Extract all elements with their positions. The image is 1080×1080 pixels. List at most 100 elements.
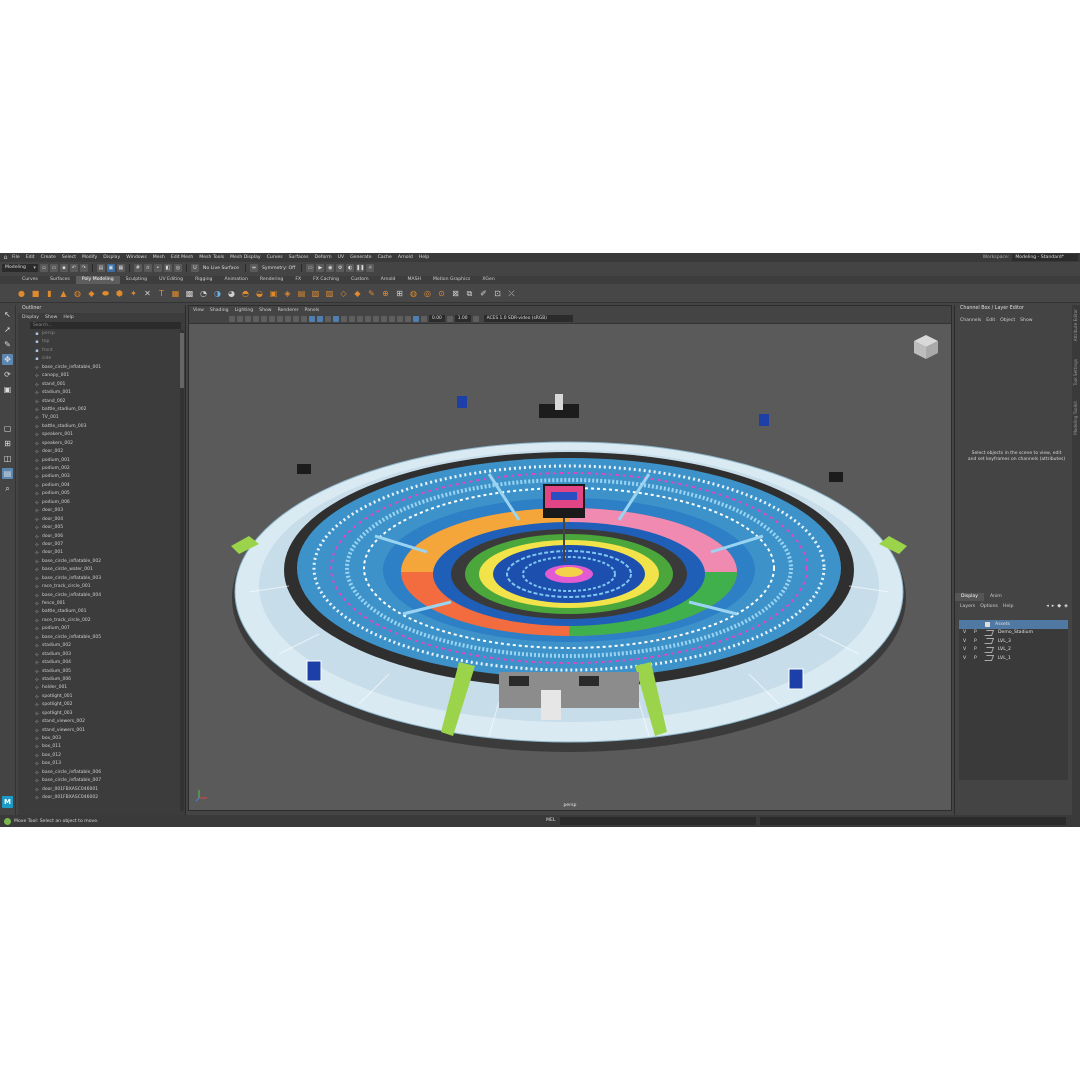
poly-sphere-icon[interactable]: ● [16,288,27,299]
menu-arnold[interactable]: Arnold [395,255,416,260]
resolution-gate-icon[interactable] [269,315,275,322]
outliner-item[interactable]: ⊹ podium_006 [18,499,179,507]
outliner-item[interactable]: ⊹ base_circle_inflatable_001 [18,364,179,372]
image-plane-icon[interactable] [245,315,251,322]
gamma-field[interactable]: 1.00 [454,315,471,322]
layer-menu-options[interactable]: Options [980,604,998,609]
film-gate-icon[interactable] [261,315,267,322]
menu-file[interactable]: File [9,255,23,260]
layer-color-swatch[interactable] [983,655,995,662]
redo-icon[interactable]: ↷ [79,264,88,272]
menu-help[interactable]: Help [416,255,432,260]
outliner-item[interactable]: ⊹ speakers_002 [18,440,179,448]
shadows-icon[interactable] [349,315,355,322]
bridge-icon[interactable]: ▤ [296,288,307,299]
layer-visibility-toggle[interactable]: V [963,656,969,661]
select-tool-icon[interactable]: ↖ [2,309,13,320]
persp-outliner-layout-icon[interactable]: ◫ [2,453,13,464]
outliner-scrollbar[interactable] [180,330,184,811]
outliner-menu-show[interactable]: Show [45,315,57,320]
outliner-item[interactable]: ⊹ spotlight_001 [18,693,179,701]
select-hierarchy-icon[interactable]: ▤ [96,264,105,272]
layer-playback-toggle[interactable]: P [974,639,980,644]
new-layer-icon[interactable]: ◆ [1057,603,1061,609]
outliner-item[interactable]: ⊹ podium_005 [18,490,179,498]
bevel-icon[interactable]: ◈ [282,288,293,299]
workspace-dropdown[interactable]: Modeling - Standard* [1012,254,1078,261]
outliner-item[interactable]: ⊹ stadium_005 [18,668,179,676]
separate-icon[interactable]: ◑ [212,288,223,299]
offset-loop-icon[interactable]: ⊙ [436,288,447,299]
ambient-occlusion-icon[interactable] [357,315,363,322]
outliner-item[interactable]: ⊹ base_circle_inflatable_007 [18,777,179,785]
poly-cylinder-icon[interactable]: ▮ [44,288,55,299]
shelf-tab-sculpting[interactable]: Sculpting [120,276,153,284]
camera-attributes-icon[interactable] [229,315,235,322]
outliner-item[interactable]: ⊹ TV_001 [18,414,179,422]
outliner-item[interactable]: ⊹ door_007 [18,541,179,549]
outliner-item[interactable]: ⊹ race_track_circle_001 [18,583,179,591]
render-frame-icon[interactable]: ▭ [306,264,315,272]
menu-mesh-tools[interactable]: Mesh Tools [196,255,227,260]
outliner-item[interactable]: ⊹ door_004 [18,516,179,524]
outliner-scroll-thumb[interactable] [180,333,184,388]
outliner-item[interactable]: ⊹ box_003 [18,735,179,743]
symmetry-icon[interactable]: ⇹ [249,264,258,272]
menu-windows[interactable]: Windows [123,255,150,260]
hypershade-icon[interactable]: ◐ [346,264,355,272]
boolean-icon[interactable]: ◓ [240,288,251,299]
menu-modify[interactable]: Modify [79,255,100,260]
new-scene-icon[interactable]: ▫ [39,264,48,272]
menu-surfaces[interactable]: Surfaces [286,255,312,260]
view-transform-dropdown[interactable]: ACES 1.0 SDR-video (sRGB) [483,315,573,322]
symmetry-label[interactable]: Symmetry: Off [260,266,297,271]
snap-point-icon[interactable]: • [153,264,162,272]
safe-title-icon[interactable] [301,315,307,322]
outliner-item[interactable]: ⊹ stadium_006 [18,676,179,684]
layer-row[interactable]: V P Demo_Stadium [959,629,1068,638]
outliner-item[interactable]: ⊹ box_013 [18,760,179,768]
viewport-menu-show[interactable]: Show [259,308,271,313]
outliner-item[interactable]: ⊹ holder_001 [18,684,179,692]
scale-tool-icon[interactable]: ▣ [2,384,13,395]
shelf-tab-animation[interactable]: Animation [218,276,253,284]
type-icon[interactable]: T [156,288,167,299]
outliner-item[interactable]: ⊹ spotlight_003 [18,710,179,718]
outliner-item[interactable]: ⊹ podium_007 [18,625,179,633]
outliner-item[interactable]: ⊹ podium_002 [18,465,179,473]
home-icon[interactable]: ⌂ [2,254,9,261]
menu-uv[interactable]: UV [335,255,348,260]
menu-deform[interactable]: Deform [312,255,335,260]
persp-graph-layout-icon[interactable]: ▤ [2,468,13,479]
shelf-tab-mash[interactable]: MASH [401,276,426,284]
uv-editor-icon[interactable]: ▩ [184,288,195,299]
outliner-item[interactable]: ⊹ base_circle_inflatable_004 [18,592,179,600]
viewport-menu-renderer[interactable]: Renderer [278,308,299,313]
command-language-label[interactable]: MEL [546,818,555,823]
viewport-panel[interactable]: View Shading Lighting Show Renderer Panels [188,305,952,811]
layer-row[interactable]: V P LVL_2 [959,646,1068,655]
outliner-item[interactable]: ⊹ door_002 [18,448,179,456]
gate-mask-icon[interactable] [277,315,283,322]
xray-joints-icon[interactable] [405,315,411,322]
outliner-item[interactable]: ⊹ door_005 [18,524,179,532]
color-management-icon[interactable] [472,315,479,322]
layer-playback-toggle[interactable]: P [974,656,980,661]
outliner-camera-item[interactable]: ▪ front [18,347,179,355]
menuset-dropdown[interactable]: Modeling [2,264,38,272]
menu-edit[interactable]: Edit [23,255,38,260]
poly-plane-icon[interactable]: ◆ [86,288,97,299]
view-cube-icon[interactable] [911,332,941,362]
outliner-item[interactable]: ⊹ base_circle_inflatable_006 [18,769,179,777]
outliner-item[interactable]: ⊹ spotlight_002 [18,701,179,709]
viewport-menu-panels[interactable]: Panels [305,308,320,313]
side-tab-modeling-toolkit[interactable]: Modeling Toolkit [1073,401,1078,435]
platonic-solid-icon[interactable]: ⬢ [114,288,125,299]
shelf-tab-xgen[interactable]: XGen [476,276,500,284]
outliner-camera-item[interactable]: ▪ side [18,355,179,363]
wireframe-icon[interactable] [309,315,315,322]
side-tab-attribute-editor[interactable]: Attribute Editor [1073,309,1078,341]
connect-icon[interactable]: ◍ [408,288,419,299]
safe-action-icon[interactable] [293,315,299,322]
outliner-search-input[interactable]: Search... [30,322,181,329]
